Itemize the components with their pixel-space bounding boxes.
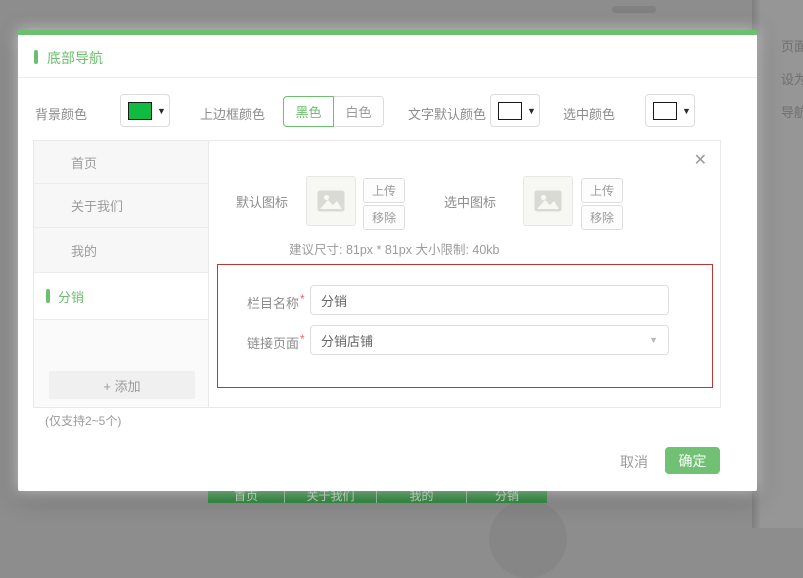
active-color-picker[interactable]: ▼ — [645, 94, 695, 127]
nav-item-editor-content: ✕ 默认图标 上传 移除 选中图标 上传 移除 建议尺寸: 81px * 81p… — [210, 141, 721, 407]
image-placeholder-icon — [534, 190, 562, 212]
background-settings-panel: 页面 设为 导航 — [752, 0, 803, 528]
selected-icon-remove-button[interactable]: 移除 — [581, 205, 623, 230]
sidebar-item-home[interactable]: 首页 — [34, 141, 208, 184]
active-color-label: 选中颜色 — [563, 107, 616, 122]
active-color-swatch — [653, 101, 677, 120]
title-accent-bar — [34, 50, 38, 64]
selected-icon-placeholder[interactable] — [523, 176, 573, 226]
selected-icon-upload-button[interactable]: 上传 — [581, 178, 623, 203]
dialog-title: 底部导航 — [47, 50, 103, 66]
column-name-label-text: 栏目名称 — [247, 296, 300, 311]
default-icon-label: 默认图标 — [236, 195, 289, 210]
background-panel-item-set: 设为 — [781, 72, 803, 87]
caret-down-icon: ▼ — [649, 335, 658, 345]
image-placeholder-icon — [317, 190, 345, 212]
sidebar-item-distribution[interactable]: 分销 — [34, 273, 208, 320]
modal-header: 底部导航 — [18, 35, 757, 78]
required-asterisk: * — [300, 332, 305, 346]
column-name-label: 栏目名称* — [247, 292, 305, 312]
bg-color-picker[interactable]: ▼ — [120, 94, 170, 127]
border-color-black-button[interactable]: 黑色 — [283, 96, 334, 127]
border-color-white-button[interactable]: 白色 — [333, 96, 384, 127]
sidebar-item-label: 分销 — [58, 289, 85, 305]
border-color-label: 上边框颜色 — [200, 107, 266, 122]
default-icon-placeholder[interactable] — [306, 176, 356, 226]
active-tab-accent-bar — [46, 289, 50, 303]
link-page-select[interactable]: 分销店铺 ▼ — [310, 325, 669, 355]
text-color-picker[interactable]: ▼ — [490, 94, 540, 127]
link-page-selected-value: 分销店铺 — [321, 333, 374, 349]
link-page-label: 链接页面* — [247, 332, 305, 352]
tabs-count-note: (仅支持2~5个) — [45, 414, 122, 428]
sidebar-item-about[interactable]: 关于我们 — [34, 184, 208, 228]
nav-items-sidebar: 首页 关于我们 我的 分销 + 添加 — [34, 141, 209, 407]
column-name-input[interactable] — [310, 285, 669, 315]
background-panel-item-nav: 导航 — [781, 105, 803, 120]
link-page-label-text: 链接页面 — [247, 336, 300, 351]
text-color-swatch — [498, 101, 522, 120]
default-icon-upload-button[interactable]: 上传 — [363, 178, 405, 203]
add-nav-item-button[interactable]: + 添加 — [49, 371, 195, 399]
bg-color-swatch — [128, 101, 152, 120]
caret-down-icon: ▼ — [682, 105, 691, 116]
default-icon-remove-button[interactable]: 移除 — [363, 205, 405, 230]
nav-items-editor-panel: 首页 关于我们 我的 分销 + 添加 ✕ 默认图标 上传 移除 选中图标 上传 … — [33, 140, 721, 408]
text-color-label: 文字默认颜色 — [408, 107, 487, 122]
background-circle-decoration — [489, 500, 567, 578]
background-panel-item-page: 页面 — [781, 39, 803, 54]
sidebar-item-mine[interactable]: 我的 — [34, 228, 208, 273]
icon-size-hint: 建议尺寸: 81px * 81px 大小限制: 40kb — [289, 243, 500, 257]
bg-color-label: 背景颜色 — [35, 107, 88, 122]
caret-down-icon: ▼ — [157, 105, 166, 116]
close-icon[interactable]: ✕ — [694, 153, 707, 169]
cancel-button[interactable]: 取消 — [612, 452, 656, 472]
border-color-segmented-control: 黑色 白色 — [283, 96, 384, 127]
background-header-dash — [612, 6, 656, 13]
bottom-nav-settings-dialog: 底部导航 背景颜色 ▼ 上边框颜色 黑色 白色 文字默认颜色 ▼ 选中颜色 ▼ … — [18, 30, 757, 491]
form-highlight-box: 栏目名称* 链接页面* 分销店铺 ▼ — [217, 264, 713, 388]
confirm-button[interactable]: 确定 — [665, 447, 720, 474]
selected-icon-label: 选中图标 — [444, 195, 497, 210]
caret-down-icon: ▼ — [527, 105, 536, 116]
required-asterisk: * — [300, 292, 305, 306]
